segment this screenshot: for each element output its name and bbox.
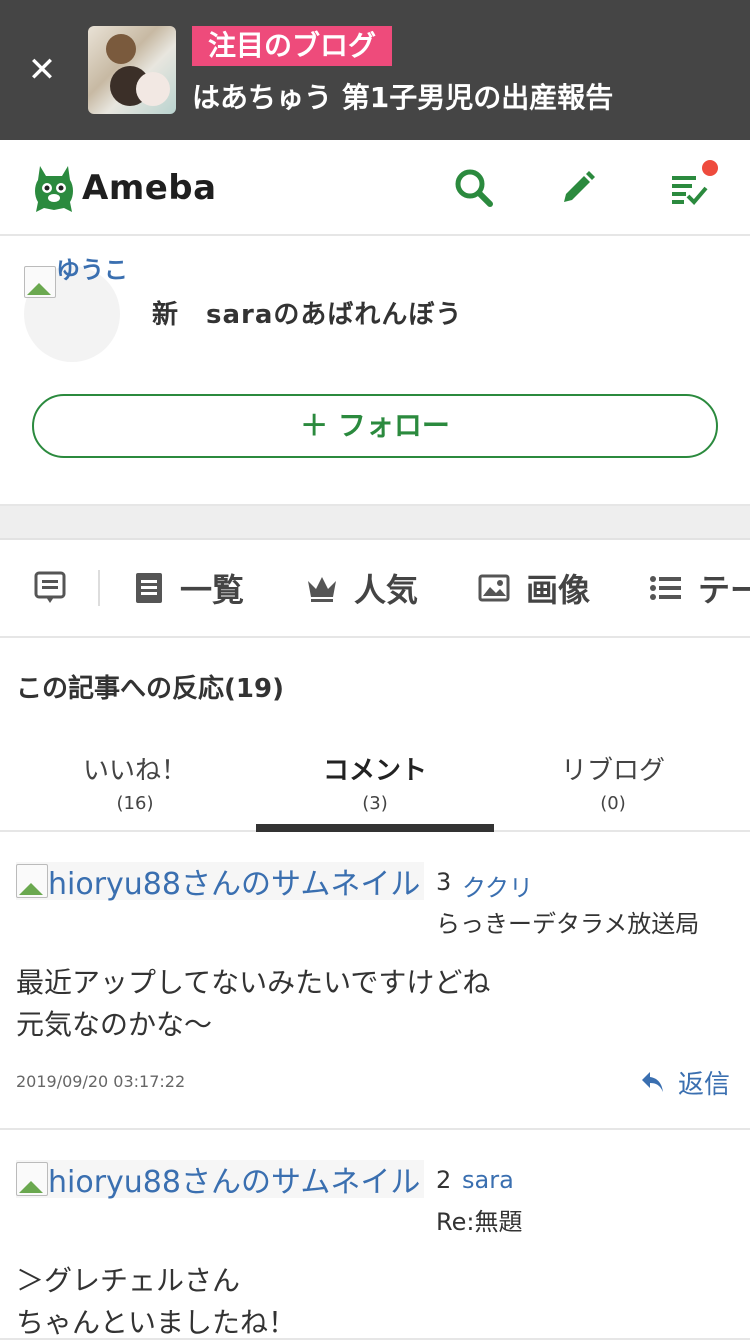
commenter-name[interactable]: sara bbox=[462, 1166, 514, 1194]
promo-banner[interactable]: ✕ 注目のブログ はあちゅう 第1子男児の出産報告 bbox=[0, 0, 750, 140]
ameba-logo[interactable]: Ameba bbox=[32, 162, 217, 214]
tab-likes[interactable]: いいね！ (16) bbox=[16, 736, 254, 832]
reply-button[interactable]: 返信 bbox=[640, 1064, 730, 1101]
crown-icon bbox=[308, 577, 336, 602]
tab-label: コメント bbox=[322, 756, 427, 786]
nav-item-images[interactable]: 画像 bbox=[478, 540, 590, 636]
message-icon[interactable] bbox=[34, 540, 82, 636]
ameba-mascot-icon bbox=[35, 166, 73, 212]
featured-badge: 注目のブログ bbox=[192, 26, 393, 66]
blog-nav-menu: 一覧 人気 画像 テー bbox=[0, 540, 750, 638]
logo-text: Ameba bbox=[82, 168, 217, 208]
search-icon[interactable] bbox=[452, 166, 496, 210]
follow-button[interactable]: ＋ フォロー bbox=[32, 394, 718, 458]
nav-item-list[interactable]: 一覧 bbox=[134, 540, 244, 636]
thumbnail-alt-text: hioryu88さんのサムネイル bbox=[48, 1165, 421, 1200]
comment-number: 3 bbox=[436, 868, 452, 896]
tab-reblogs[interactable]: リブログ (0) bbox=[494, 736, 732, 832]
reply-label: 返信 bbox=[678, 1070, 731, 1100]
avatar-alt-text: ゆうこ bbox=[56, 256, 128, 284]
section-divider bbox=[0, 506, 750, 540]
tab-label: リブログ bbox=[560, 756, 665, 786]
image-icon bbox=[478, 574, 510, 602]
edit-icon[interactable] bbox=[556, 166, 600, 210]
commenter-thumbnail[interactable]: hioryu88さんのサムネイル bbox=[16, 1160, 425, 1200]
reaction-tabs: いいね！ (16) コメント (3) リブログ (0) bbox=[0, 736, 750, 832]
nav-item-popular[interactable]: 人気 bbox=[306, 540, 418, 636]
app-header: Ameba bbox=[0, 140, 750, 236]
nav-item-label: 画像 bbox=[526, 571, 591, 609]
nav-item-themes[interactable]: テー bbox=[650, 540, 750, 636]
tab-label: いいね！ bbox=[82, 756, 187, 786]
blog-title[interactable]: 新 saraのあばれんぼう bbox=[152, 294, 462, 331]
nav-item-label: 一覧 bbox=[180, 571, 245, 609]
broken-image-icon bbox=[16, 1162, 48, 1196]
comment-title: Re:無題 bbox=[436, 1208, 523, 1236]
avatar[interactable]: ゆうこ bbox=[24, 256, 128, 362]
nav-item-label: テー bbox=[698, 571, 750, 609]
reply-icon bbox=[642, 1071, 663, 1092]
comment-body: 最近アップしてないみたいですけどね 元気なのかな～ bbox=[16, 966, 491, 1041]
comment-date: 2019/09/20 03:17:22 bbox=[16, 1072, 186, 1091]
article-list-icon bbox=[136, 573, 162, 603]
promo-thumbnail[interactable] bbox=[88, 26, 176, 114]
comment-item: hioryu88さんのサムネイル 3 ククリ らっきーデタラメ放送局 最近アップ… bbox=[0, 832, 750, 1130]
commenter-blog-name: らっきーデタラメ放送局 bbox=[436, 910, 700, 938]
tab-count: (16) bbox=[116, 793, 154, 814]
broken-image-icon bbox=[24, 266, 56, 298]
close-icon[interactable]: ✕ bbox=[24, 52, 60, 88]
nav-item-label: 人気 bbox=[354, 571, 419, 609]
notification-dot bbox=[702, 160, 718, 176]
tab-comments[interactable]: コメント (3) bbox=[256, 736, 494, 832]
tab-count: (0) bbox=[600, 793, 626, 814]
nav-separator bbox=[98, 570, 100, 606]
commenter-name[interactable]: ククリ bbox=[462, 868, 533, 903]
reactions-title: この記事への反応(19) bbox=[16, 674, 284, 704]
tab-count: (3) bbox=[362, 793, 388, 814]
blog-profile: ゆうこ 新 saraのあばれんぼう ＋ フォロー bbox=[0, 236, 750, 506]
comment-item: hioryu88さんのサムネイル 2 sara Re:無題 ＞グレチェルさん ち… bbox=[0, 1130, 750, 1340]
commenter-thumbnail[interactable]: hioryu88さんのサムネイル bbox=[16, 862, 425, 902]
broken-image-icon bbox=[16, 864, 48, 898]
feed-icon[interactable] bbox=[668, 160, 718, 210]
comment-number: 2 bbox=[436, 1166, 452, 1194]
comment-body: ＞グレチェルさん ちゃんといましたね！ bbox=[16, 1264, 297, 1339]
thumbnail-alt-text: hioryu88さんのサムネイル bbox=[48, 867, 421, 902]
theme-list-icon bbox=[650, 576, 681, 600]
promo-headline[interactable]: はあちゅう 第1子男児の出産報告 bbox=[192, 78, 613, 118]
